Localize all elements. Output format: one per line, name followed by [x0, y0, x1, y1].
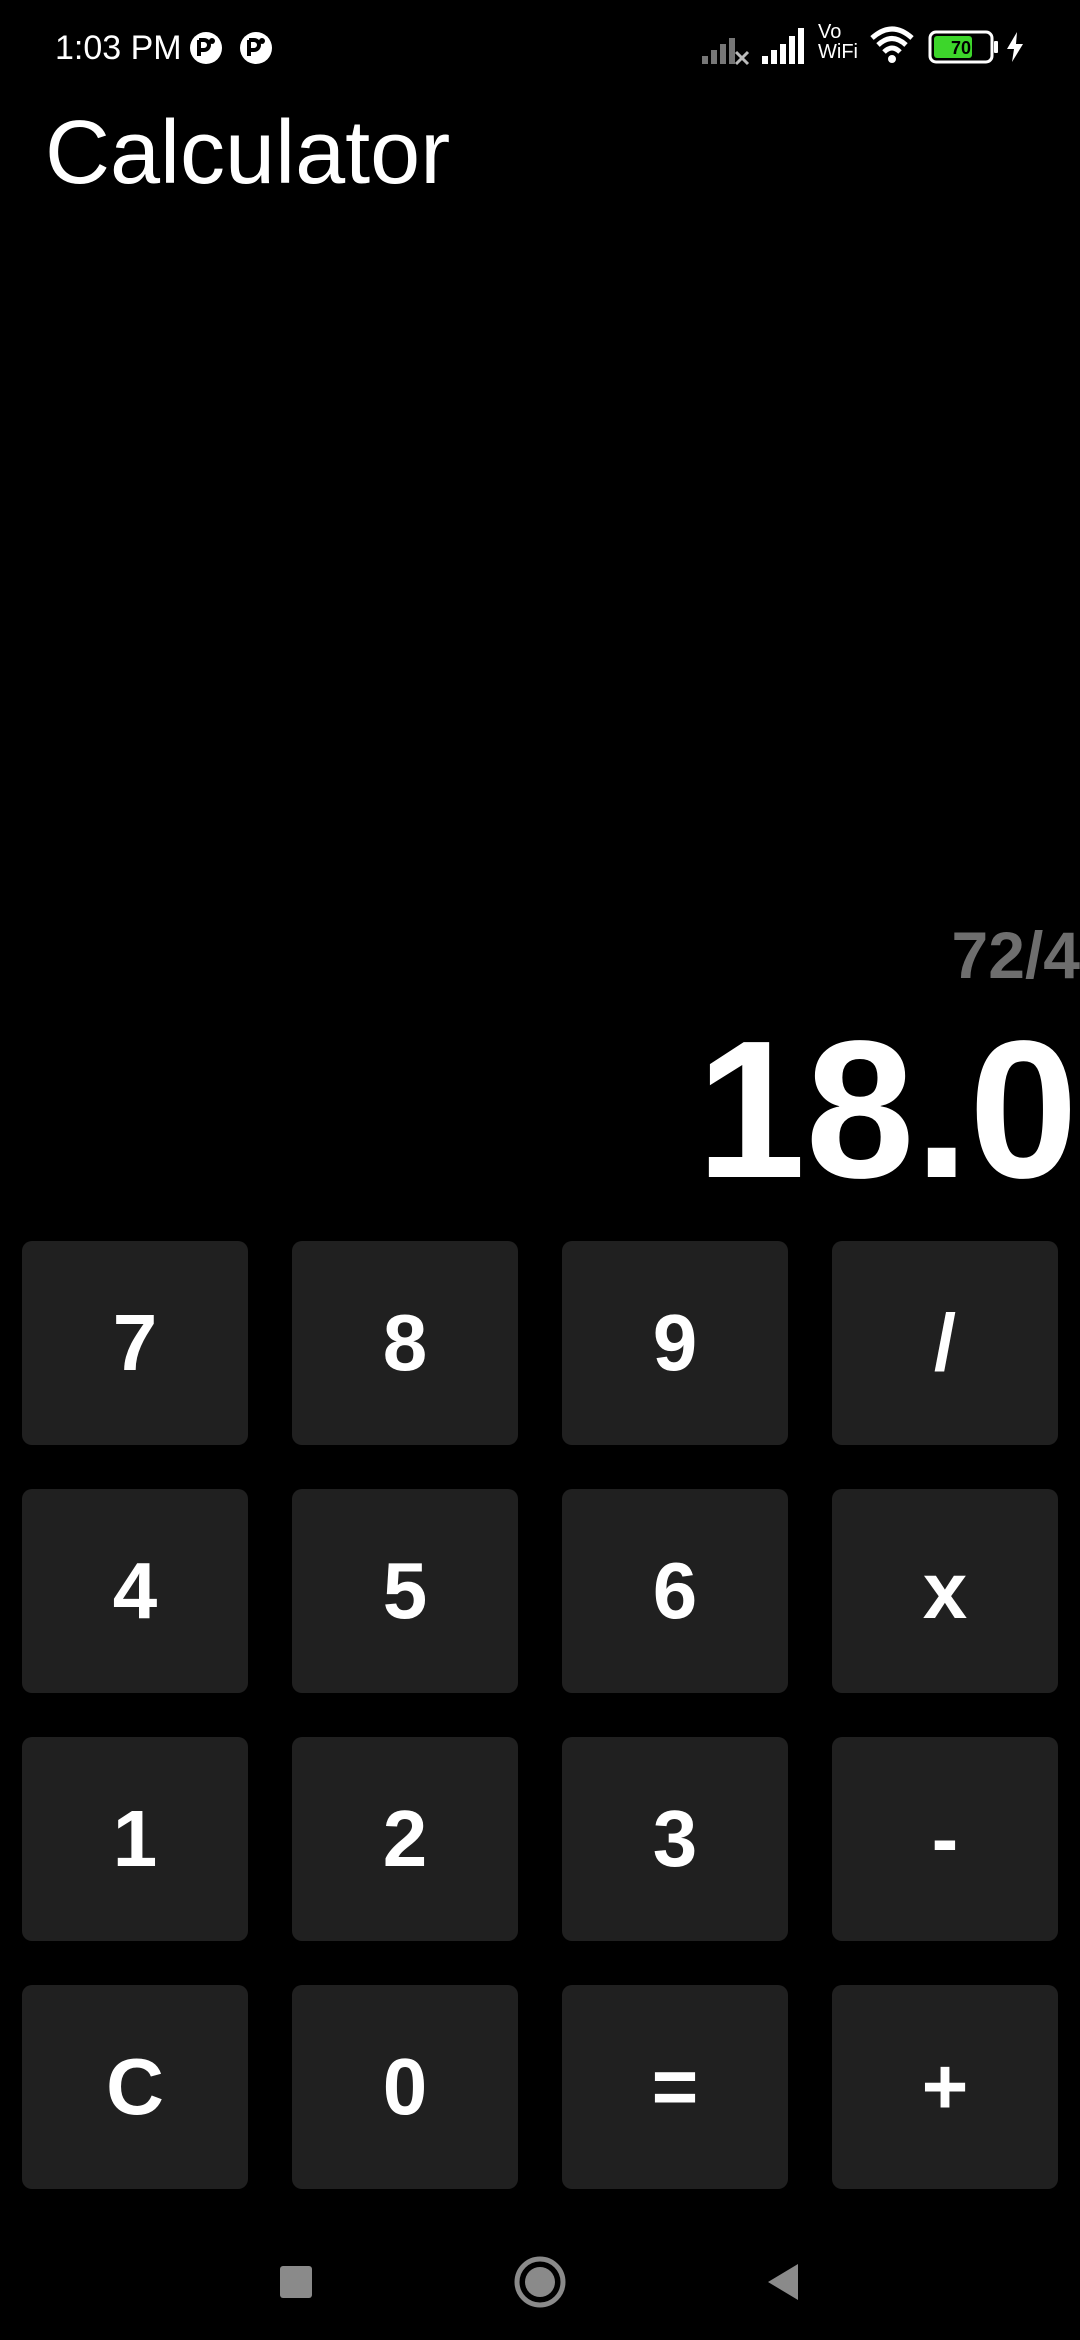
- key-equals[interactable]: =: [562, 1985, 788, 2189]
- expression-display: 72/4: [951, 918, 1080, 992]
- home-button[interactable]: [510, 2252, 570, 2312]
- key-3[interactable]: 3: [562, 1737, 788, 1941]
- signal-off-icon: [702, 38, 750, 66]
- home-icon: [514, 2256, 566, 2308]
- sync-icon: [240, 32, 272, 64]
- recents-button[interactable]: [266, 2252, 326, 2312]
- wifi-icon: [870, 26, 914, 63]
- signal-icon: [762, 28, 804, 64]
- back-icon: [768, 2264, 798, 2300]
- result-display: 18.0: [696, 1000, 1078, 1219]
- key-9[interactable]: 9: [562, 1241, 788, 1445]
- vowifi-bottom-label: WiFi: [818, 41, 858, 63]
- battery-level: 70: [951, 38, 971, 58]
- recents-icon: [280, 2266, 312, 2298]
- page-title: Calculator: [45, 103, 451, 203]
- back-button[interactable]: [752, 2252, 812, 2312]
- key-5[interactable]: 5: [292, 1489, 518, 1693]
- key-1[interactable]: 1: [22, 1737, 248, 1941]
- key-divide[interactable]: /: [832, 1241, 1058, 1445]
- key-add[interactable]: +: [832, 1985, 1058, 2189]
- vowifi-icon: Vo WiFi: [818, 22, 868, 62]
- key-7[interactable]: 7: [22, 1241, 248, 1445]
- charging-icon: [1007, 32, 1023, 62]
- status-bar: 1:03 PM Vo WiFi 70: [0, 0, 1080, 96]
- key-0[interactable]: 0: [292, 1985, 518, 2189]
- key-clear[interactable]: C: [22, 1985, 248, 2189]
- status-time: 1:03 PM: [55, 29, 182, 67]
- key-4[interactable]: 4: [22, 1489, 248, 1693]
- navigation-bar: [0, 2220, 1080, 2340]
- key-multiply[interactable]: x: [832, 1489, 1058, 1693]
- sync-icon: [190, 32, 222, 64]
- battery-icon: 70: [928, 30, 998, 64]
- vowifi-top-label: Vo: [818, 21, 842, 43]
- key-subtract[interactable]: -: [832, 1737, 1058, 1941]
- keypad: 7 8 9 / 4 5 6 x 1 2 3 - C 0 = +: [22, 1241, 1058, 2189]
- key-2[interactable]: 2: [292, 1737, 518, 1941]
- key-6[interactable]: 6: [562, 1489, 788, 1693]
- key-8[interactable]: 8: [292, 1241, 518, 1445]
